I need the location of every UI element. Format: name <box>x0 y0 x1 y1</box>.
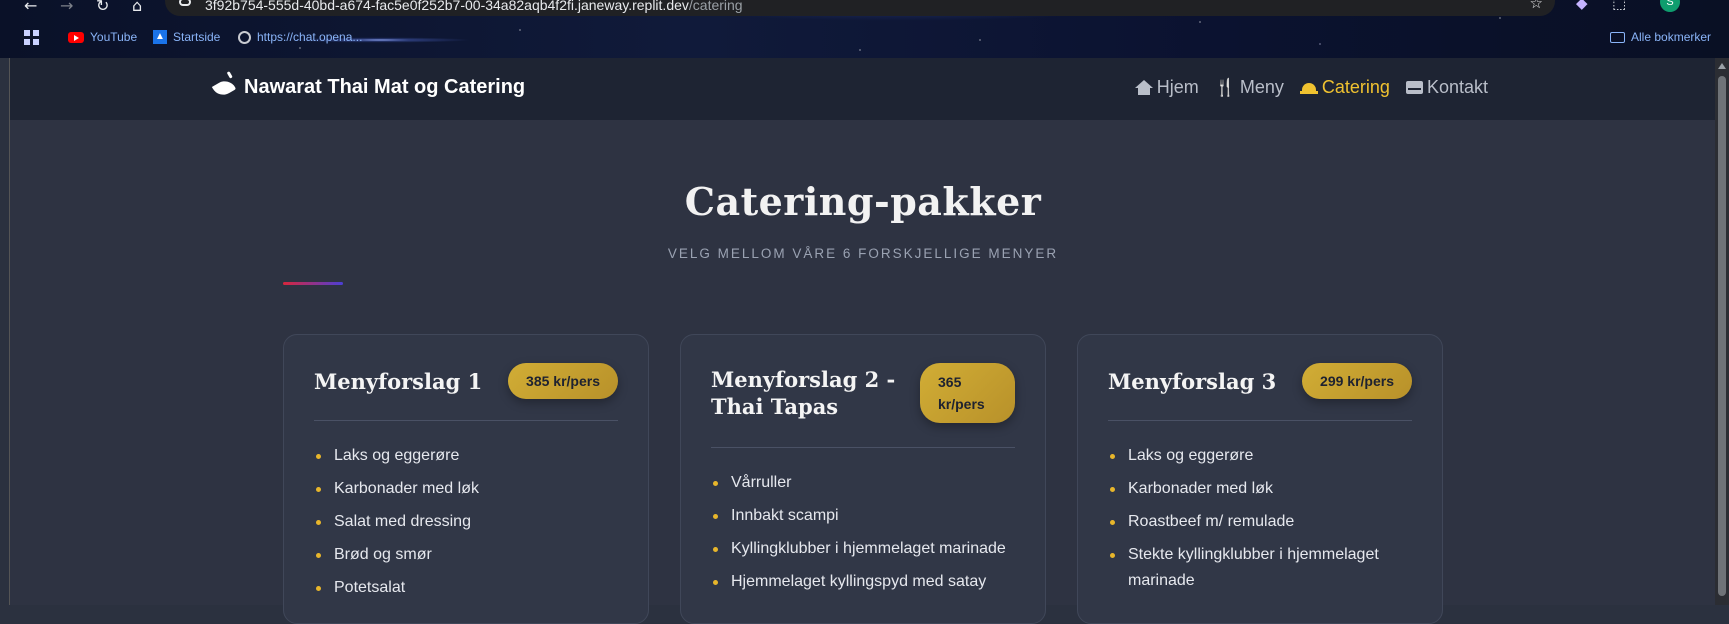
back-icon[interactable]: ← <box>24 0 37 15</box>
card-header: Menyforslag 2 - Thai Tapas 365 kr/pers <box>711 363 1015 423</box>
utensils-icon: 🍴 <box>1214 77 1236 98</box>
page-title: Catering-pakker <box>684 179 1042 224</box>
scroll-up-icon[interactable] <box>1718 63 1726 69</box>
page-subtitle: VELG MELLOM VÅRE 6 FORSKJELLIGE MENYER <box>667 246 1059 261</box>
bookmark-star-icon[interactable]: ☆ <box>1530 0 1543 12</box>
all-bookmarks-label: Alle bokmerker <box>1631 30 1712 44</box>
url-bar[interactable]: 3f92b754-555d-40bd-a674-fac5e0f252b7-00-… <box>165 0 1555 16</box>
list-item: Innbakt scampi <box>711 503 1015 529</box>
bookmark-chatgpt[interactable]: https://chat.opena... <box>238 30 362 44</box>
list-item: Karbonader med løk <box>314 476 618 502</box>
home-icon <box>1134 80 1153 95</box>
nav-label: Catering <box>1321 77 1390 97</box>
accent-divider <box>283 282 343 285</box>
menu-card-2: Menyforslag 2 - Thai Tapas 365 kr/pers V… <box>680 334 1046 624</box>
apps-grid-icon[interactable] <box>24 30 39 45</box>
nav-hjem[interactable]: Hjem <box>1134 77 1199 98</box>
nav-label: Hjem <box>1156 77 1199 97</box>
page-scrollbar[interactable] <box>1715 58 1729 605</box>
list-item: Hjemmelaget kyllingspyd med satay <box>711 569 1015 595</box>
site-navbar: Nawarat Thai Mat og Catering Hjem 🍴 Meny… <box>10 58 1716 120</box>
card-divider <box>314 420 618 421</box>
main-nav: Hjem 🍴 Meny Catering Kontakt <box>1134 77 1488 98</box>
list-item: Roastbeef m/ remulade <box>1108 509 1412 535</box>
card-divider <box>1108 420 1412 421</box>
card-header: Menyforslag 3 299 kr/pers <box>1108 363 1412 399</box>
reload-icon[interactable]: ↻ <box>96 0 109 15</box>
bookmark-label: https://chat.opena... <box>257 30 363 44</box>
nav-label: Kontakt <box>1426 77 1488 97</box>
list-item: Kyllingklubber i hjemmelaget marinade <box>711 536 1015 562</box>
list-item: Brød og smør <box>314 542 618 568</box>
list-item: Potetsalat <box>314 575 618 601</box>
price-badge: 299 kr/pers <box>1302 363 1412 399</box>
bookmarks-bar: YouTube ▲ Startside https://chat.opena..… <box>0 26 1729 52</box>
extensions-puzzle-icon[interactable]: ⬚ <box>1612 0 1626 12</box>
list-item: Karbonader med løk <box>1108 476 1412 502</box>
price-badge: 385 kr/pers <box>508 363 618 399</box>
list-item: Stekte kyllingklubber i hjemmelaget mari… <box>1108 542 1412 594</box>
card-item-list: Laks og eggerøre Karbonader med løk Sala… <box>314 443 618 608</box>
price-badge: 365 kr/pers <box>920 363 1015 423</box>
url-path: /catering <box>688 0 743 13</box>
startside-icon: ▲ <box>153 30 167 44</box>
url-host: 3f92b754-555d-40bd-a674-fac5e0f252b7-00-… <box>205 0 689 13</box>
browser-chrome: ← → ↻ ⌂ 3f92b754-555d-40bd-a674-fac5e0f2… <box>0 0 1729 58</box>
card-header: Menyforslag 1 385 kr/pers <box>314 363 618 399</box>
chili-pepper-icon <box>211 76 237 99</box>
card-item-list: Vårruller Innbakt scampi Kyllingklubber … <box>711 470 1015 602</box>
card-title: Menyforslag 2 - Thai Tapas <box>711 367 896 419</box>
brand-name: Nawarat Thai Mat og Catering <box>244 76 526 98</box>
forward-icon[interactable]: → <box>60 0 73 15</box>
bookmark-label: YouTube <box>90 30 138 44</box>
bookmark-label: Startside <box>173 30 221 44</box>
all-bookmarks[interactable]: Alle bokmerker <box>1610 30 1711 44</box>
address-bar-row: ← → ↻ ⌂ 3f92b754-555d-40bd-a674-fac5e0f2… <box>0 0 1729 18</box>
nav-kontakt[interactable]: Kontakt <box>1405 77 1488 98</box>
card-divider <box>711 447 1015 448</box>
list-item: Laks og eggerøre <box>1108 443 1412 469</box>
card-title: Menyforslag 1 <box>314 368 483 394</box>
list-item: Laks og eggerøre <box>314 443 618 469</box>
nav-label: Meny <box>1239 77 1284 97</box>
extension-icon[interactable]: ◆ <box>1576 0 1588 12</box>
site-info-icon[interactable] <box>179 0 191 6</box>
scrollbar-thumb[interactable] <box>1718 76 1726 596</box>
openai-icon <box>238 30 251 44</box>
youtube-icon <box>68 31 84 43</box>
bell-icon <box>1299 82 1318 94</box>
card-title: Menyforslag 3 <box>1108 368 1277 394</box>
list-item: Vårruller <box>711 470 1015 496</box>
nav-meny[interactable]: 🍴 Meny <box>1215 77 1284 98</box>
menu-card-1: Menyforslag 1 385 kr/pers Laks og eggerø… <box>283 334 649 624</box>
envelope-icon <box>1405 81 1423 94</box>
bookmark-startside[interactable]: ▲ Startside <box>153 30 220 44</box>
brand-link[interactable]: Nawarat Thai Mat og Catering <box>211 76 526 99</box>
url-text[interactable]: 3f92b754-555d-40bd-a674-fac5e0f252b7-00-… <box>205 0 743 13</box>
folder-icon <box>1610 31 1625 43</box>
card-item-list: Laks og eggerøre Karbonader med løk Roas… <box>1108 443 1412 601</box>
profile-avatar[interactable]: S <box>1660 0 1680 12</box>
home-browser-icon[interactable]: ⌂ <box>132 0 142 15</box>
menu-card-3: Menyforslag 3 299 kr/pers Laks og eggerø… <box>1077 334 1443 624</box>
list-item: Salat med dressing <box>314 509 618 535</box>
page-viewport: Nawarat Thai Mat og Catering Hjem 🍴 Meny… <box>9 58 1716 624</box>
nav-catering[interactable]: Catering <box>1299 77 1390 98</box>
bookmark-youtube[interactable]: YouTube <box>68 30 137 44</box>
